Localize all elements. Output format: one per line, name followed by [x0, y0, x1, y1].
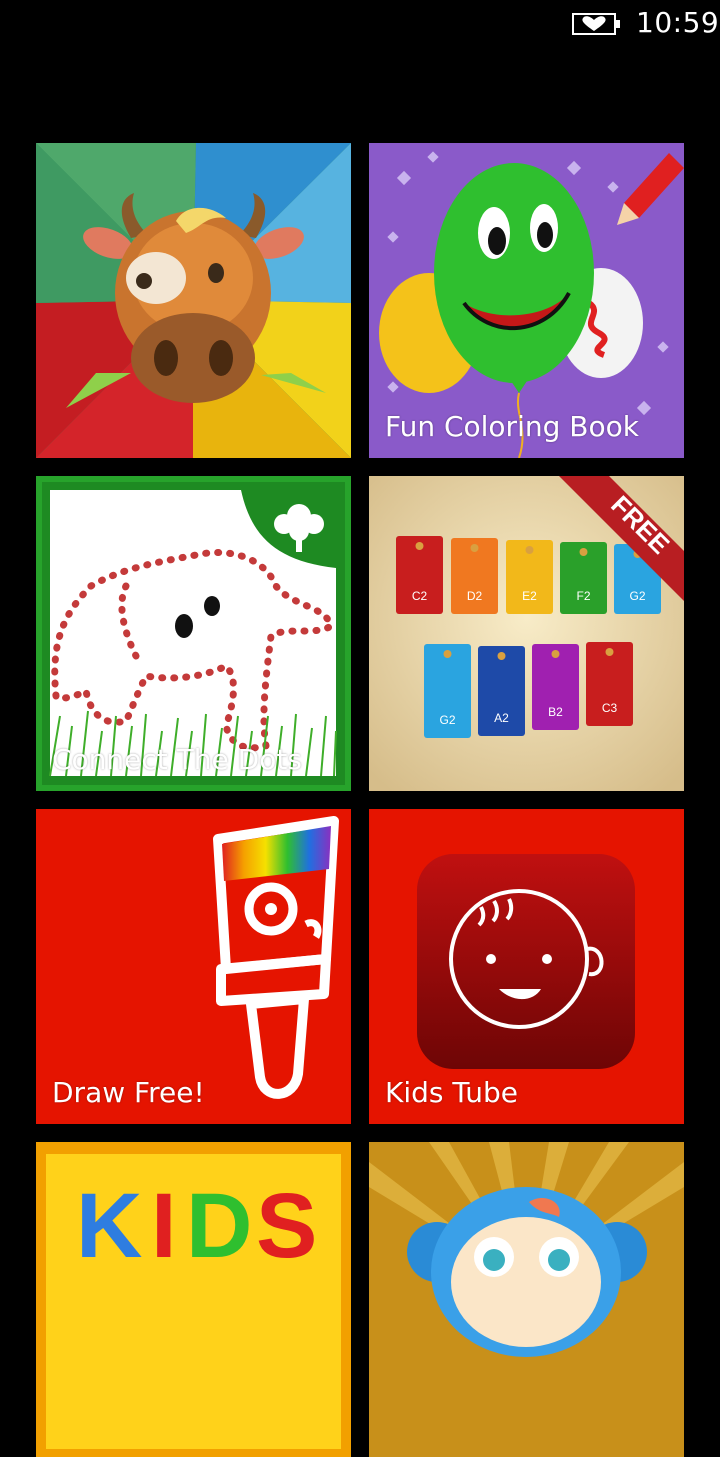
xylophone-icon: C2 D2 E2 F2 G2G2 A2 B2 C3 FREE	[369, 476, 684, 791]
xylophone-key-pin	[497, 652, 506, 660]
tile-kids-tube[interactable]: Kids Tube	[369, 809, 684, 1124]
tile-label: Connect The Dots	[52, 743, 302, 776]
xylophone-key-label: F2	[576, 589, 590, 603]
xylophone-key-label: A2	[494, 711, 509, 725]
tile-label: Fun Coloring Book	[385, 410, 639, 443]
svg-text:I: I	[151, 1175, 177, 1277]
xylophone-key-label: E2	[522, 589, 537, 603]
xylophone-key-pin	[551, 650, 560, 658]
svg-text:S: S	[256, 1175, 317, 1277]
xylophone-key-pin	[443, 650, 452, 658]
xylophone-key-label: B2	[548, 705, 563, 719]
app-tile-grid: Fun Coloring Book Connect The Dots C2 D2…	[0, 0, 720, 1457]
tile-label: Kids Tube	[385, 1076, 518, 1109]
tile-label: Draw Free!	[52, 1076, 205, 1109]
kids-letters-icon: K I D S	[36, 1142, 351, 1457]
xylophone-key-label: C2	[412, 589, 428, 603]
monkey-face-icon	[369, 1142, 684, 1457]
xylophone-key-pin	[525, 546, 534, 554]
xylophone-key-pin	[579, 548, 588, 556]
tile-fun-coloring-book[interactable]: Fun Coloring Book	[369, 143, 684, 458]
svg-text:K: K	[76, 1175, 142, 1277]
xylophone-key-label: G2	[439, 713, 455, 727]
tile-connect-the-dots[interactable]: Connect The Dots	[36, 476, 351, 791]
tile-draw-free[interactable]: Draw Free!	[36, 809, 351, 1124]
svg-text:D: D	[186, 1175, 252, 1277]
cow-face-icon	[36, 143, 351, 458]
tile-kids-letters[interactable]: K I D S	[36, 1142, 351, 1457]
xylophone-key-pin	[415, 542, 424, 550]
xylophone-key-label: D2	[467, 589, 483, 603]
tile-monkey[interactable]	[369, 1142, 684, 1457]
xylophone-key-label: G2	[629, 589, 645, 603]
tile-animal-sounds[interactable]	[36, 143, 351, 458]
xylophone-key-pin	[605, 648, 614, 656]
tile-xylophone[interactable]: C2 D2 E2 F2 G2 G2 A2 B2 C3 FREE	[369, 476, 684, 791]
xylophone-key-label: C3	[602, 701, 618, 715]
xylophone-key-pin	[470, 544, 479, 552]
